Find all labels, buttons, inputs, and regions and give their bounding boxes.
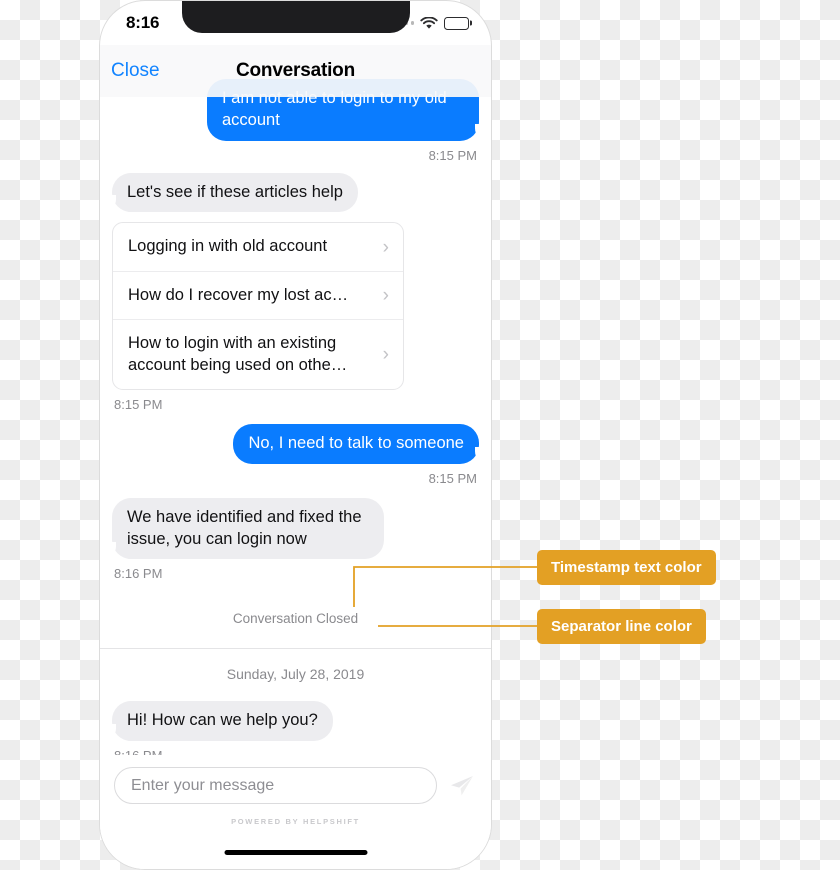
- message-timestamp: 8:16 PM: [114, 566, 163, 582]
- article-list-item[interactable]: How to login with an existing account be…: [113, 319, 403, 389]
- phone-notch: [181, 1, 410, 33]
- message-bubble: We have identified and fixed the issue, …: [105, 497, 384, 560]
- status-bar-time: 8:16: [126, 13, 160, 32]
- message-timestamp: 8:15 PM: [428, 470, 477, 486]
- article-card: Logging in with old account › How do I r…: [112, 222, 404, 391]
- message-timestamp: 8:15 PM: [114, 397, 163, 413]
- conversation-closed-label: Conversation Closed: [232, 611, 359, 627]
- message-row-incoming: Let's see if these articles help: [105, 172, 479, 213]
- phone-frame: 8:16 Close Conversation I am not able to…: [99, 0, 492, 870]
- close-button[interactable]: Close: [111, 60, 160, 82]
- wifi-icon: [420, 16, 438, 29]
- annotation-separator-line-color: Separator line color: [537, 609, 706, 644]
- message-timestamp: 8:16 PM: [114, 748, 162, 755]
- article-list-row: Logging in with old account › How do I r…: [112, 212, 479, 412]
- message-bubble: Hi! How can we help you?: [105, 701, 333, 742]
- article-list-item[interactable]: How do I recover my lost ac… ›: [113, 270, 403, 319]
- chevron-right-icon: ›: [382, 284, 389, 306]
- powered-by-label: POWERED BY HELPSHIFT: [231, 817, 360, 826]
- chat-scroll-area[interactable]: I am not able to login to my old account…: [100, 1, 491, 755]
- battery-icon: [444, 16, 469, 30]
- message-composer: POWERED BY HELPSHIFT: [100, 755, 491, 869]
- message-bubble: Let's see if these articles help: [105, 172, 358, 213]
- message-bubble: No, I need to talk to someone: [233, 424, 486, 464]
- message-row-outgoing: No, I need to talk to someone 8:15 PM: [112, 424, 486, 486]
- navigation-bar: Close Conversation: [100, 45, 491, 97]
- article-title: Logging in with old account: [128, 237, 328, 256]
- message-input[interactable]: [114, 767, 437, 804]
- send-button[interactable]: [447, 771, 477, 801]
- article-title: How to login with an existing account be…: [128, 334, 348, 374]
- date-separator-label: Sunday, July 28, 2019: [226, 666, 365, 683]
- message-row-incoming: Hi! How can we help you? 8:16 PM: [105, 701, 479, 755]
- article-list-item[interactable]: Logging in with old account ›: [113, 223, 403, 270]
- send-paper-plane-icon: [451, 775, 473, 795]
- article-title: How do I recover my lost ac…: [128, 285, 349, 304]
- message-row-incoming: We have identified and fixed the issue, …: [105, 497, 479, 582]
- composer-input-row: [114, 767, 477, 804]
- annotation-timestamp-text-color: Timestamp text color: [537, 550, 716, 585]
- chevron-right-icon: ›: [382, 236, 389, 258]
- home-indicator: [224, 850, 367, 855]
- chevron-right-icon: ›: [382, 344, 389, 366]
- message-timestamp: 8:15 PM: [428, 147, 477, 163]
